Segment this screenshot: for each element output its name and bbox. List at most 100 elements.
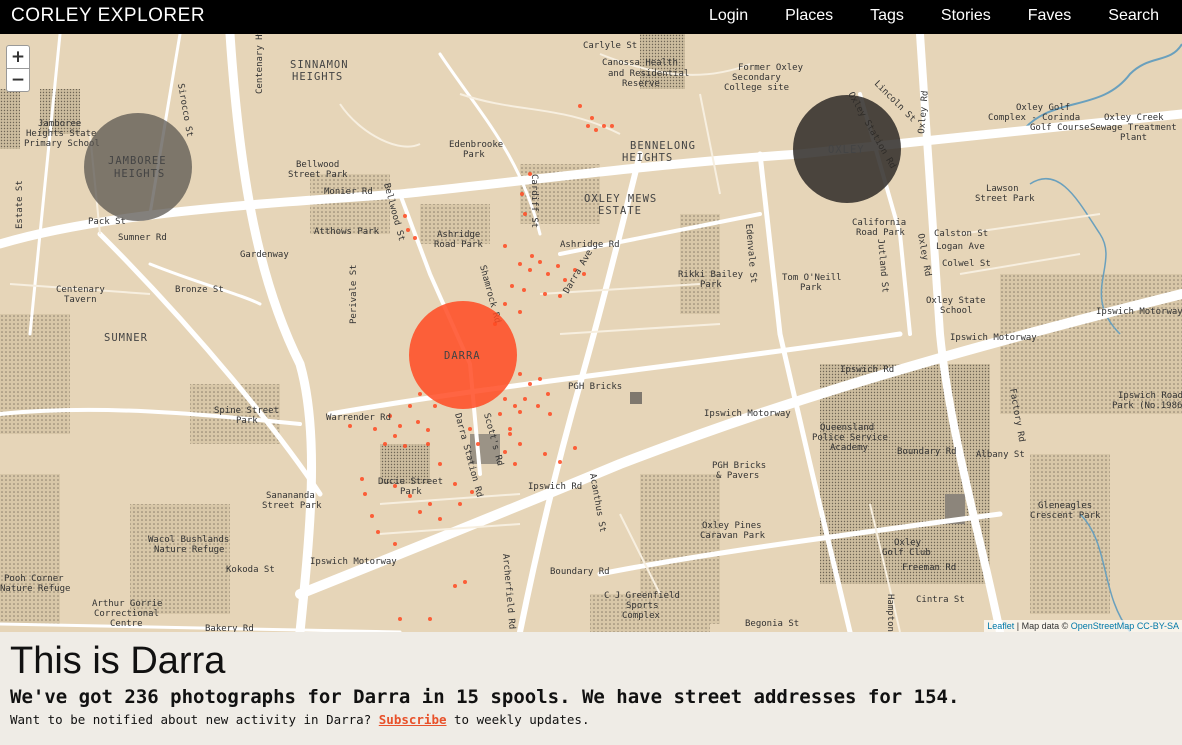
nav-places[interactable]: Places — [785, 7, 833, 25]
marker-oxley[interactable]: OXLEY — [793, 95, 901, 203]
svg-text:and Residential: and Residential — [608, 69, 689, 79]
svg-text:Freeman Rd: Freeman Rd — [902, 563, 956, 573]
svg-text:& Pavers: & Pavers — [716, 471, 759, 481]
svg-text:Pack St: Pack St — [88, 217, 126, 227]
svg-text:Plant: Plant — [1120, 133, 1147, 143]
svg-text:Centenary Hwy: Centenary Hwy — [255, 34, 265, 94]
svg-text:Ipswich Motorway: Ipswich Motorway — [310, 557, 397, 567]
nav-search[interactable]: Search — [1108, 7, 1159, 25]
svg-text:Calston St: Calston St — [934, 229, 988, 239]
svg-text:Secondary: Secondary — [732, 73, 781, 83]
svg-text:Gardenway: Gardenway — [240, 250, 289, 260]
svg-text:Atthows Park: Atthows Park — [314, 227, 380, 237]
svg-text:Hampton: Hampton — [885, 594, 895, 632]
svg-text:College site: College site — [724, 83, 789, 93]
svg-text:Ipswich Rd: Ipswich Rd — [840, 365, 894, 375]
marker-darra[interactable]: DARRA — [409, 301, 517, 409]
svg-text:Logan Ave: Logan Ave — [936, 242, 985, 252]
svg-text:Spine Street: Spine Street — [214, 406, 279, 416]
svg-text:Academy: Academy — [830, 443, 869, 453]
svg-text:Street Park: Street Park — [975, 194, 1035, 204]
svg-text:Nature Refuge: Nature Refuge — [0, 584, 70, 594]
license-link[interactable]: CC-BY-SA — [1137, 621, 1179, 631]
svg-text:Oxley Golf: Oxley Golf — [1016, 103, 1070, 113]
nav-tags[interactable]: Tags — [870, 7, 904, 25]
svg-text:Road Park: Road Park — [434, 240, 483, 250]
svg-text:Heights State: Heights State — [26, 129, 96, 139]
marker-jamboree-heights[interactable]: JAMBOREE HEIGHTS — [84, 113, 192, 221]
svg-text:Kokoda St: Kokoda St — [226, 565, 275, 575]
svg-text:Warrender Rd: Warrender Rd — [326, 413, 391, 423]
svg-text:C J Greenfield: C J Greenfield — [604, 591, 680, 601]
svg-text:Park: Park — [463, 150, 485, 160]
svg-text:Oxley Creek: Oxley Creek — [1104, 113, 1164, 123]
svg-text:OXLEY MEWS: OXLEY MEWS — [584, 193, 657, 205]
svg-text:Park: Park — [400, 487, 422, 497]
svg-text:Oxley Pines: Oxley Pines — [702, 521, 762, 531]
notify-prefix: Want to be notified about new activity i… — [10, 712, 379, 727]
nav-faves[interactable]: Faves — [1028, 7, 1072, 25]
svg-text:Ipswich Motorway: Ipswich Motorway — [704, 409, 791, 419]
svg-text:JAMBOREE: JAMBOREE — [108, 155, 167, 167]
svg-text:Centenary: Centenary — [56, 285, 105, 295]
svg-text:Ipswich Road: Ipswich Road — [1118, 391, 1182, 401]
notify-suffix: to weekly updates. — [446, 712, 590, 727]
svg-text:Sewage Treatment: Sewage Treatment — [1090, 123, 1177, 133]
nav-login[interactable]: Login — [709, 7, 748, 25]
svg-text:BENNELONG: BENNELONG — [630, 140, 696, 152]
svg-text:PGH Bricks: PGH Bricks — [568, 382, 622, 392]
svg-text:Gleneagles: Gleneagles — [1038, 501, 1092, 511]
leaflet-link[interactable]: Leaflet — [987, 621, 1014, 631]
svg-text:Park (No.1986): Park (No.1986) — [1112, 401, 1182, 411]
svg-text:Park: Park — [236, 416, 258, 426]
svg-text:Centre: Centre — [110, 619, 143, 629]
page-title: This is Darra — [10, 640, 226, 682]
svg-text:Canossa Health: Canossa Health — [602, 58, 678, 68]
svg-text:PGH Bricks: PGH Bricks — [712, 461, 766, 471]
svg-text:Street Park: Street Park — [262, 501, 322, 511]
svg-text:Road Park: Road Park — [856, 228, 905, 238]
osm-link[interactable]: OpenStreetMap — [1071, 621, 1135, 631]
notify-line: Want to be notified about new activity i… — [10, 712, 590, 727]
place-info: This is Darra We've got 236 photographs … — [0, 632, 1182, 745]
svg-text:Reserve: Reserve — [622, 79, 660, 89]
map-attribution: Leaflet | Map data © OpenStreetMap CC-BY… — [984, 620, 1182, 632]
svg-text:Albany St: Albany St — [976, 450, 1025, 460]
subscribe-link[interactable]: Subscribe — [379, 712, 447, 727]
brand-logo[interactable]: CORLEY EXPLORER — [11, 5, 205, 27]
zoom-in-button[interactable]: + — [6, 45, 30, 69]
svg-text:Complex: Complex — [622, 611, 661, 621]
svg-text:HEIGHTS: HEIGHTS — [292, 71, 343, 83]
svg-text:Oxley: Oxley — [894, 538, 922, 548]
svg-text:Bronze St: Bronze St — [175, 285, 224, 295]
svg-text:Rikki Bailey: Rikki Bailey — [678, 270, 744, 280]
svg-text:SUMNER: SUMNER — [104, 332, 148, 344]
photo-summary: We've got 236 photographs for Darra in 1… — [10, 686, 960, 708]
svg-text:Ipswich Motorway: Ipswich Motorway — [1096, 307, 1182, 317]
svg-text:Lawson: Lawson — [986, 184, 1019, 194]
svg-text:Crescent Park: Crescent Park — [1030, 511, 1101, 521]
svg-text:Cintra St: Cintra St — [916, 595, 965, 605]
svg-text:Park: Park — [700, 280, 722, 290]
attribution-separator: | Map data © — [1014, 621, 1071, 631]
main-nav: Login Places Tags Stories Faves Search — [672, 7, 1159, 25]
svg-text:School: School — [940, 306, 973, 316]
svg-text:Park: Park — [800, 283, 822, 293]
svg-text:Perivale St: Perivale St — [349, 264, 359, 324]
svg-text:Oxley State: Oxley State — [926, 296, 986, 306]
svg-text:Former Oxley: Former Oxley — [738, 63, 804, 73]
svg-text:HEIGHTS: HEIGHTS — [622, 152, 673, 164]
svg-text:Bellwood: Bellwood — [296, 160, 339, 170]
zoom-out-button[interactable]: − — [6, 68, 30, 92]
svg-text:Colwel St: Colwel St — [942, 259, 991, 269]
map-view[interactable]: SINNAMON HEIGHTS BENNELONG HEIGHTS OXLEY… — [0, 34, 1182, 632]
svg-text:Wacol Bushlands: Wacol Bushlands — [148, 535, 229, 545]
svg-text:Complex - Corinda: Complex - Corinda — [988, 113, 1080, 123]
top-navbar: CORLEY EXPLORER Login Places Tags Storie… — [0, 0, 1182, 34]
svg-text:Golf Club: Golf Club — [882, 548, 931, 558]
svg-text:Ashridge: Ashridge — [437, 230, 480, 240]
nav-stories[interactable]: Stories — [941, 7, 991, 25]
svg-text:Sports: Sports — [626, 601, 659, 611]
map-tiles: SINNAMON HEIGHTS BENNELONG HEIGHTS OXLEY… — [0, 34, 1182, 632]
svg-text:Pooh Corner: Pooh Corner — [4, 574, 64, 584]
